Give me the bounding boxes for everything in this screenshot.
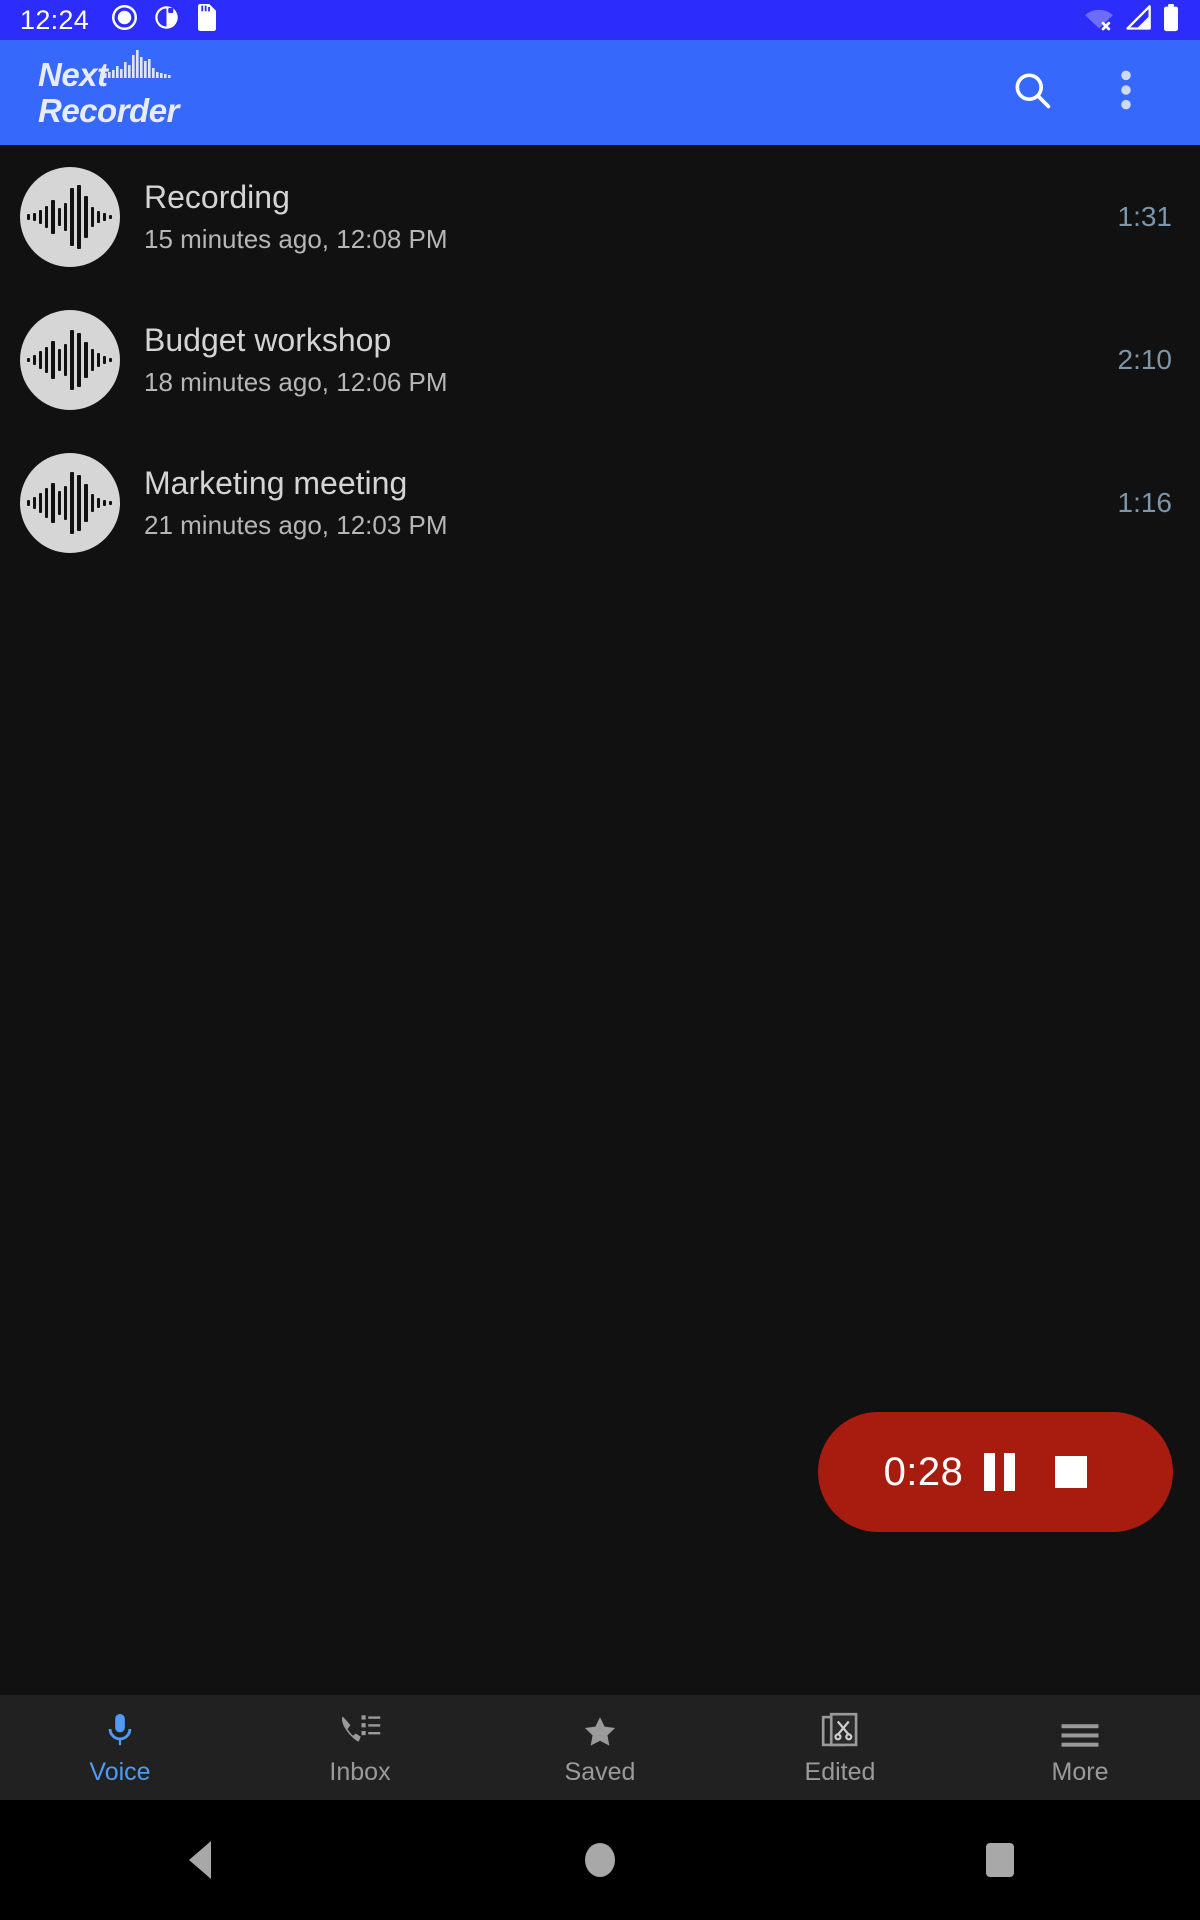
recents-button[interactable] (940, 1800, 1060, 1920)
recording-title: Marketing meeting (144, 465, 408, 502)
tab-label: Edited (804, 1757, 876, 1786)
waveform-avatar-icon (20, 166, 120, 267)
active-recording-pill[interactable]: 0:28 (818, 1412, 1173, 1532)
status-bar-right-icons (1084, 3, 1180, 37)
recents-icon (986, 1843, 1014, 1877)
tab-label: Saved (564, 1757, 636, 1786)
table-row[interactable]: Marketing meeting 21 minutes ago, 12:03 … (0, 431, 1200, 574)
app-bar-actions (1004, 65, 1200, 121)
pause-icon (983, 1453, 1015, 1491)
status-bar-clock: 12:24 (20, 4, 90, 35)
tab-inbox[interactable]: Inbox (240, 1695, 480, 1800)
recording-duration: 1:16 (1117, 486, 1173, 518)
tab-saved[interactable]: Saved (480, 1695, 720, 1800)
status-bar: 12:24 (0, 0, 1200, 40)
recording-subtitle: 21 minutes ago, 12:03 PM (144, 510, 448, 541)
more-options-button[interactable] (1098, 65, 1154, 121)
search-icon (1010, 68, 1054, 117)
recording-info: Recording 15 minutes ago, 12:08 PM (144, 177, 1102, 256)
status-bar-left-icons (111, 4, 219, 36)
document-scissors-icon (821, 1711, 859, 1751)
waveform-avatar-icon (20, 452, 120, 553)
recording-title: Budget workshop (144, 322, 392, 359)
phone-list-icon (339, 1711, 381, 1751)
cell-signal-icon (1124, 4, 1152, 36)
tab-label: Voice (89, 1757, 151, 1786)
microphone-icon (103, 1711, 137, 1751)
table-row[interactable]: Recording 15 minutes ago, 12:08 PM 1:31 (0, 145, 1200, 288)
battery-full-icon (1162, 3, 1180, 37)
waveform-logo-icon (100, 50, 172, 83)
recordings-list: Recording 15 minutes ago, 12:08 PM 1:31 (0, 145, 1200, 574)
pause-recording-button[interactable] (963, 1436, 1035, 1508)
brightness-contrast-icon (153, 4, 180, 36)
tab-more[interactable]: More (960, 1695, 1200, 1800)
search-button[interactable] (1004, 65, 1060, 121)
record-circle-icon (111, 4, 138, 36)
app-bar: Next Recorder (0, 40, 1200, 145)
home-icon (585, 1843, 615, 1877)
recording-title: Recording (144, 179, 290, 216)
table-row[interactable]: Budget workshop 18 minutes ago, 12:06 PM… (0, 288, 1200, 431)
recording-duration: 1:31 (1117, 200, 1173, 232)
tab-edited[interactable]: Edited (720, 1695, 960, 1800)
back-icon (189, 1841, 211, 1879)
stop-recording-button[interactable] (1035, 1436, 1107, 1508)
tab-label: Inbox (329, 1757, 391, 1786)
stop-icon (1055, 1456, 1088, 1488)
recording-elapsed-time: 0:28 (883, 1449, 964, 1494)
star-icon (581, 1711, 619, 1751)
tab-voice[interactable]: Voice (0, 1695, 240, 1800)
back-button[interactable] (140, 1800, 260, 1920)
recording-info: Marketing meeting 21 minutes ago, 12:03 … (144, 463, 1102, 542)
bottom-tab-bar: Voice Inbox Saved Edited More (0, 1695, 1200, 1800)
recording-duration: 2:10 (1117, 343, 1173, 375)
recording-subtitle: 15 minutes ago, 12:08 PM (144, 224, 448, 255)
recording-subtitle: 18 minutes ago, 12:06 PM (144, 367, 448, 398)
home-button[interactable] (540, 1800, 660, 1920)
recording-info: Budget workshop 18 minutes ago, 12:06 PM (144, 320, 1102, 399)
hamburger-menu-icon (1060, 1711, 1100, 1751)
sd-card-icon (195, 4, 219, 36)
tab-label: More (1051, 1757, 1109, 1786)
waveform-avatar-icon (20, 309, 120, 410)
wifi-off-icon (1084, 5, 1114, 36)
android-navigation-bar (0, 1800, 1200, 1920)
more-options-icon (1120, 68, 1132, 117)
app-screen: 12:24 Next Recorder Recording 15 minutes… (0, 0, 1200, 1920)
